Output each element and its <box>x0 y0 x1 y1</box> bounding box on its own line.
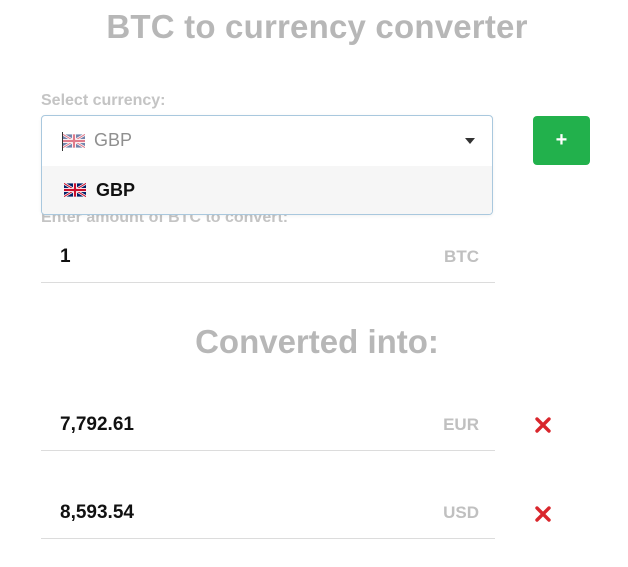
add-currency-button[interactable]: + <box>533 116 590 165</box>
converted-row: 8,593.54 USD <box>41 488 495 539</box>
converted-value: 8,593.54 <box>60 502 134 523</box>
chevron-down-icon[interactable] <box>465 138 475 144</box>
currency-select[interactable]: GBP GBP <box>41 115 493 215</box>
select-currency-label: Select currency: <box>41 92 166 109</box>
amount-input-row[interactable]: 1 BTC <box>41 232 495 283</box>
currency-select-value: GBP <box>94 130 133 150</box>
amount-unit: BTC <box>444 247 479 266</box>
close-icon[interactable] <box>534 505 552 523</box>
uk-flag-icon <box>64 183 86 197</box>
uk-flag-icon <box>63 134 85 148</box>
converted-row: 7,792.61 EUR <box>41 400 495 451</box>
close-icon[interactable] <box>534 416 552 434</box>
currency-select-current[interactable]: GBP <box>42 116 492 166</box>
page-title: BTC to currency converter <box>106 8 528 45</box>
converter-page: BTC to currency converter Enter amount o… <box>0 0 628 567</box>
currency-option-label: GBP <box>96 180 136 200</box>
amount-input[interactable]: 1 <box>60 246 71 268</box>
converted-currency: USD <box>443 503 479 522</box>
converted-heading: Converted into: <box>195 323 439 360</box>
currency-option-gbp[interactable]: GBP <box>42 166 492 214</box>
converted-currency: EUR <box>443 415 479 434</box>
converted-value: 7,792.61 <box>60 414 134 435</box>
